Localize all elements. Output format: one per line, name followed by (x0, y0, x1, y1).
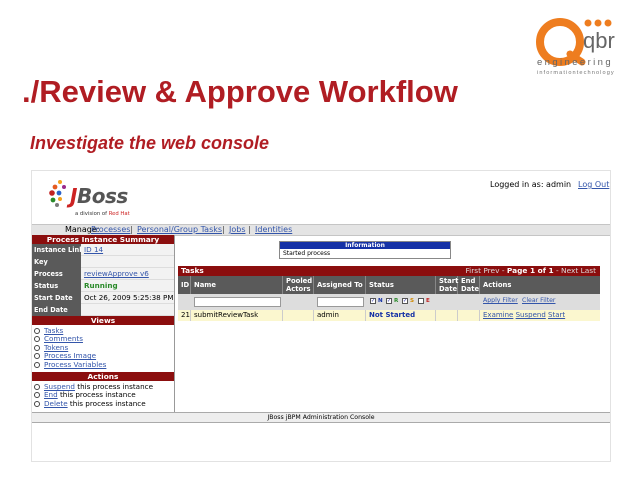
examine-link[interactable]: Examine (483, 311, 513, 319)
column-actions: Actions (483, 281, 512, 289)
nav-jobs[interactable]: Jobs (229, 225, 246, 235)
information-header: Information (280, 242, 450, 249)
status-e-label: E (426, 298, 430, 304)
tasks-filter-row: ✓ N ✓ R ✓ S E Apply Filter Clear Filter (178, 294, 600, 310)
end-date-value (81, 304, 174, 316)
nav-identities[interactable]: Identities (255, 225, 292, 235)
views-header: Views (32, 316, 174, 325)
task-actions: Examine Suspend Start (480, 310, 600, 321)
status-r-checkbox[interactable]: ✓ (386, 298, 392, 304)
instance-link[interactable]: ID 14 (84, 245, 103, 254)
jboss-tagline: a division of Red Hat (75, 211, 130, 217)
bullet-icon (34, 328, 40, 334)
bullet-icon (34, 392, 40, 399)
tasks-header: Tasks First Prev - Page 1 of 1 - Next La… (178, 266, 600, 276)
jbpm-console: JBoss a division of Red Hat Logged in as… (31, 170, 611, 462)
nav-separator: | (130, 225, 133, 234)
clear-filter-link[interactable]: Clear Filter (522, 297, 555, 304)
task-name: submitReviewTask (191, 310, 283, 321)
summary-row-instance-link: Instance Link ID 14 (32, 244, 174, 256)
nav-separator: | (222, 225, 225, 234)
task-start-date (436, 310, 458, 321)
status-s-checkbox[interactable]: ✓ (402, 298, 408, 304)
nav-personal-group-tasks[interactable]: Personal/Group Tasks (137, 225, 222, 235)
start-date-value: Oct 26, 2009 5:25:38 PM (81, 292, 174, 304)
logo-tagline-1: engineering (537, 57, 614, 68)
summary-value (81, 256, 174, 268)
nav-separator: | (248, 225, 251, 234)
status-n-checkbox[interactable]: ✓ (370, 298, 376, 304)
column-start-date: Start Date (436, 276, 458, 294)
column-id: ID (178, 276, 191, 294)
bullet-icon (34, 336, 40, 343)
logged-in-label: Logged in as: admin (490, 180, 572, 189)
task-assigned-to: admin (314, 310, 366, 321)
console-footer: JBoss jBPM Administration Console (32, 412, 610, 423)
task-id: 21 (178, 310, 191, 321)
process-link[interactable]: reviewApprove v6 (84, 269, 149, 278)
nav-processes[interactable]: Processes (91, 225, 130, 235)
slide-subtitle: Investigate the web console (30, 133, 270, 153)
tasks-column-headers: ID Name Pooled Actors Assigned To Status… (178, 276, 600, 294)
logo-tagline-2: informationtechnology (537, 70, 615, 76)
task-status: Not Started (366, 310, 436, 321)
task-end-date (458, 310, 480, 321)
status-s-label: S (410, 298, 415, 304)
information-message: Started process (283, 250, 331, 257)
jboss-logo: JBoss a division of Red Hat (46, 177, 156, 221)
action-delete: Delete this process instance (34, 399, 153, 408)
summary-row-process: Process reviewApprove v6 (32, 268, 174, 280)
logout-link[interactable]: Log Out (578, 180, 609, 189)
logo-wordmark: qbr (583, 28, 615, 53)
bullet-icon (34, 361, 40, 368)
tasks-title: Tasks (181, 266, 204, 275)
bullet-icon (34, 344, 40, 351)
column-end-date: End Date (458, 276, 480, 294)
summary-key: Process (32, 268, 81, 280)
status-e-checkbox[interactable] (418, 298, 424, 304)
bullet-icon (34, 353, 40, 360)
information-box: Information Started process (279, 241, 451, 259)
views-item-process-variables[interactable]: Process Variables (34, 360, 106, 369)
suspend-task-link[interactable]: Suspend (516, 311, 546, 319)
action-delete-link[interactable]: Delete (44, 399, 68, 408)
bullet-icon (34, 400, 40, 407)
summary-row-status: Status Running (32, 280, 174, 292)
column-assigned-to: Assigned To (314, 276, 366, 294)
jboss-wordmark: JBoss (70, 184, 128, 208)
column-name: Name (191, 276, 283, 294)
summary-key: Status (32, 280, 81, 292)
summary-key: Key (32, 256, 81, 268)
table-row: 21 submitReviewTask admin Not Started Ex… (178, 310, 600, 321)
actions-header: Actions (32, 372, 174, 381)
summary-row-key: Key (32, 256, 174, 268)
column-status: Status (366, 276, 436, 294)
left-panel: Process Instance Summary Instance Link I… (32, 235, 175, 412)
apply-filter-link[interactable]: Apply Filter (483, 297, 518, 304)
summary-key: Start Date (32, 292, 81, 304)
summary-key: Instance Link (32, 244, 81, 256)
summary-header: Process Instance Summary (32, 235, 174, 244)
bullet-icon (34, 384, 40, 390)
column-pooled-actors: Pooled Actors (283, 276, 314, 294)
views-list: Tasks Comments Tokens Process Image Proc… (34, 326, 106, 369)
tasks-pager[interactable]: First Prev - Page 1 of 1 - Next Last (465, 266, 596, 276)
summary-row-start-date: Start Date Oct 26, 2009 5:25:38 PM (32, 292, 174, 304)
summary-key: End Date (32, 304, 81, 316)
start-task-link[interactable]: Start (548, 311, 565, 319)
status-n-label: N (378, 298, 383, 304)
task-pooled-actors (283, 310, 314, 321)
actions-list: Suspend this process instance End this p… (34, 382, 153, 408)
name-filter-input[interactable] (194, 297, 281, 307)
status-value: Running (81, 280, 174, 292)
summary-row-end-date: End Date (32, 304, 174, 316)
assigned-filter-input[interactable] (317, 297, 364, 307)
slide-title: ./Review & Approve Workflow (22, 74, 458, 109)
tasks-table: Tasks First Prev - Page 1 of 1 - Next La… (178, 266, 600, 326)
status-r-label: R (394, 298, 399, 304)
